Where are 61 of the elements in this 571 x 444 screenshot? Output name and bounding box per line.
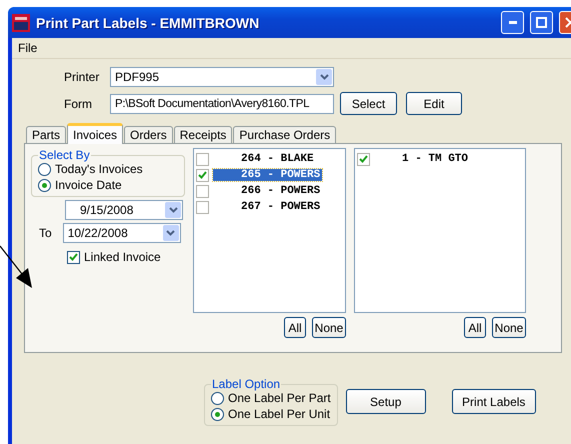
list-item[interactable]: 267 - POWERS: [213, 201, 322, 213]
list-item[interactable]: 264 - BLAKE: [213, 153, 316, 165]
radio-button[interactable]: [211, 392, 224, 404]
minimize-icon: [508, 21, 516, 24]
radio-label: Invoice Date: [55, 178, 122, 192]
group-title: Select By: [38, 148, 91, 162]
tab[interactable]: Orders: [124, 126, 173, 144]
form-field[interactable]: P:\BSoft Documentation\Avery8160.TPL: [110, 94, 334, 114]
radio-label: One Label Per Unit: [228, 407, 330, 421]
tab[interactable]: Invoices: [67, 123, 124, 144]
radio-button[interactable]: [211, 408, 224, 420]
menu-item[interactable]: File: [16, 41, 40, 55]
print-labels-button[interactable]: Print Labels: [452, 389, 536, 414]
edit-button[interactable]: Edit: [406, 92, 462, 115]
list-box[interactable]: 1 - TM GTO: [354, 148, 526, 313]
chevron-down-icon: [166, 230, 176, 236]
check-icon: [359, 155, 368, 163]
tab[interactable]: Purchase Orders: [233, 126, 336, 144]
radio-label: Today's Invoices: [55, 162, 143, 176]
all-button[interactable]: All: [464, 317, 486, 338]
setup-button[interactable]: Setup: [346, 389, 426, 414]
select-button[interactable]: Select: [340, 92, 397, 115]
date-to-dropdown[interactable]: 10/22/2008: [62, 223, 181, 243]
maximize-button[interactable]: [530, 11, 553, 34]
check-icon: [69, 253, 78, 261]
none-button[interactable]: None: [312, 317, 346, 338]
window-title: Print Part Labels - EMMITBROWN: [36, 14, 260, 30]
check-icon: [198, 171, 207, 179]
chevron-down-icon: [168, 207, 178, 213]
minimize-button[interactable]: [501, 11, 524, 34]
list-item[interactable]: 1 - TM GTO: [374, 153, 470, 165]
chevron-down-icon: [320, 74, 328, 80]
checkbox[interactable]: [196, 184, 209, 198]
checkbox[interactable]: [196, 168, 209, 182]
to-label: To: [39, 226, 52, 240]
checkbox-label: Linked Invoice: [84, 250, 161, 264]
radio-button[interactable]: [38, 178, 51, 192]
dropdown-button[interactable]: [162, 225, 179, 241]
list-item[interactable]: 266 - POWERS: [213, 185, 322, 197]
list-item[interactable]: 265 - POWERS: [213, 169, 322, 181]
dropdown-button[interactable]: [165, 202, 181, 218]
tab[interactable]: Parts: [26, 126, 66, 144]
pointer-arrow: [0, 244, 34, 290]
group-title: Label Option: [211, 377, 282, 391]
none-button[interactable]: None: [492, 317, 526, 338]
printer-dropdown[interactable]: PDF995: [110, 67, 334, 87]
radio-label: One Label Per Part: [228, 391, 331, 405]
app-icon: [12, 14, 30, 32]
list-box[interactable]: 264 - BLAKE 265 - POWERS 266 - POWERS 267 - POWERS: [193, 148, 346, 313]
form-label: Form: [64, 96, 93, 110]
all-button[interactable]: All: [284, 317, 306, 338]
radio-button[interactable]: [38, 162, 51, 176]
checkbox[interactable]: [357, 152, 370, 166]
maximize-icon: [536, 17, 547, 28]
checkbox[interactable]: [196, 152, 209, 166]
checkbox[interactable]: [196, 200, 209, 214]
checkbox[interactable]: [67, 250, 80, 264]
tab[interactable]: Receipts: [174, 126, 232, 144]
date-from-dropdown[interactable]: 9/15/2008: [65, 200, 183, 220]
dropdown-button[interactable]: [316, 69, 332, 85]
printer-label: Printer: [64, 70, 100, 84]
